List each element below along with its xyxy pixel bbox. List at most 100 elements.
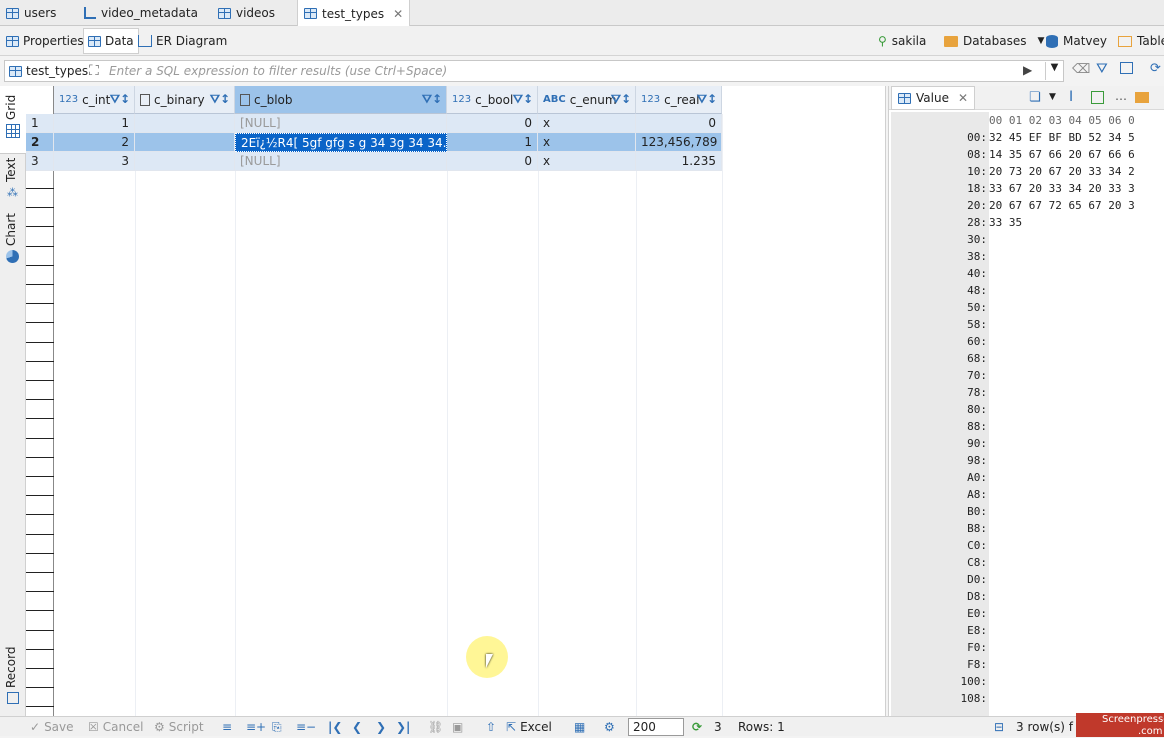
edit-row-icon[interactable]: ≡ xyxy=(222,718,232,736)
eraser-icon[interactable]: ⌫ xyxy=(1072,62,1090,77)
table-cell[interactable]: 0 xyxy=(447,152,538,171)
rows-selected: Rows: 1 xyxy=(738,720,785,734)
hex-bytes[interactable]: 32 45 EF BF BD 52 34 5 xyxy=(989,129,1135,146)
column-header-c-int[interactable]: 123 c_int ⛛↕ xyxy=(54,86,135,114)
column-header-c-real[interactable]: 123 c_real ⛛↕ xyxy=(636,86,722,114)
tab-grid[interactable]: Grid xyxy=(0,86,26,154)
tab-test-types[interactable]: test_types ✕ xyxy=(297,0,411,27)
cancel-button[interactable]: ☒ Cancel xyxy=(88,718,143,736)
filter-settings-icon[interactable] xyxy=(1120,62,1133,74)
connection-icon: ⚲ xyxy=(878,34,887,48)
tab-videos[interactable]: videos xyxy=(212,0,281,26)
databases-selector[interactable]: Databases ▼ xyxy=(944,28,1044,54)
hex-editor[interactable]: 00 01 02 03 04 05 06 0 00: 32 45 EF BF BD … xyxy=(889,112,1164,716)
column-header-c-enum[interactable]: ABC c_enum ⛛↕ xyxy=(538,86,636,114)
tab-video-metadata[interactable]: video_metadata xyxy=(78,0,204,26)
expand-icon[interactable]: ⛶ xyxy=(89,63,99,79)
table-cell[interactable]: x xyxy=(538,152,636,171)
last-page-icon[interactable]: ❯| xyxy=(396,718,410,736)
table-cell[interactable]: 123,456,789 xyxy=(636,133,722,152)
refresh-icon[interactable]: ⟳ xyxy=(1150,61,1161,76)
results-grid[interactable]: 123 c_int ⛛↕ c_binary ⛛↕ c_blob ⛛↕ 123 c… xyxy=(26,86,886,716)
table-cell[interactable]: x xyxy=(538,114,636,133)
table-cell[interactable]: 1 xyxy=(54,114,135,133)
hex-bytes[interactable]: 20 73 20 67 20 33 34 2 xyxy=(989,163,1135,180)
sort-filter-icon[interactable]: ⛛↕ xyxy=(422,92,442,107)
hex-bytes[interactable]: 33 67 20 33 34 20 33 3 xyxy=(989,180,1135,197)
next-page-icon[interactable]: ❯ xyxy=(376,718,386,736)
table-cell[interactable]: 0 xyxy=(447,114,538,133)
table-cell[interactable]: x xyxy=(538,133,636,152)
column-header-c-bool[interactable]: 123 c_bool ⛛↕ xyxy=(447,86,538,114)
content-viewer-icon[interactable]: ❏ xyxy=(1029,90,1041,105)
filter-icon[interactable]: ⛛ xyxy=(1096,61,1108,77)
script-button[interactable]: ⚙ Script xyxy=(154,718,204,736)
row-number[interactable]: 1 xyxy=(26,114,54,133)
save-button[interactable]: ✓ Save xyxy=(30,718,74,736)
table-cell[interactable]: 3 xyxy=(54,152,135,171)
close-icon[interactable]: ✕ xyxy=(393,7,403,21)
delete-row-icon[interactable]: ≡− xyxy=(296,718,316,736)
sort-filter-icon[interactable]: ⛛↕ xyxy=(697,92,717,107)
binary-type-icon xyxy=(140,93,150,106)
hex-bytes[interactable]: 33 35 xyxy=(989,214,1022,231)
sort-filter-icon[interactable]: ⛛↕ xyxy=(513,92,533,107)
sort-filter-icon[interactable]: ⛛↕ xyxy=(611,92,631,107)
table-cell[interactable]: 1.235 xyxy=(636,152,722,171)
export-excel-button[interactable]: ⇱ Excel xyxy=(506,718,552,736)
column-header-c-binary[interactable]: c_binary ⛛↕ xyxy=(135,86,235,114)
text-cursor-icon[interactable]: I xyxy=(1069,89,1073,105)
tab-users[interactable]: users xyxy=(0,0,62,26)
selected-table-cell[interactable]: 2Eï¿½R4[ 5gf gfg s g 34 3g 34 34... [42] xyxy=(235,133,447,152)
open-folder-icon[interactable] xyxy=(1135,92,1149,103)
hex-address: C0: xyxy=(967,539,987,552)
grid-toggle-icon[interactable]: ▦ xyxy=(574,718,585,736)
sort-filter-icon[interactable]: ⛛↕ xyxy=(110,92,130,107)
export-icon[interactable]: ⇧ xyxy=(486,718,496,736)
first-page-icon[interactable]: |❮ xyxy=(328,718,342,736)
fetch-size-input[interactable]: 200 xyxy=(628,718,684,736)
filter-input[interactable]: Enter a SQL expression to filter results… xyxy=(109,64,447,78)
schema-selector[interactable]: Matvey xyxy=(1046,28,1107,54)
chevron-down-icon[interactable]: ▼ xyxy=(1049,92,1056,102)
table-cell[interactable]: [NULL] xyxy=(235,152,447,171)
hex-address: 60: xyxy=(967,335,987,348)
filter-source[interactable]: test_types xyxy=(9,64,88,78)
table-cell[interactable] xyxy=(135,133,235,152)
tab-value[interactable]: Value ✕ xyxy=(891,86,976,110)
tables-selector[interactable]: Table xyxy=(1118,28,1164,54)
save-icon[interactable] xyxy=(1091,91,1104,104)
copy-row-icon[interactable]: ⎘ xyxy=(272,718,282,736)
table-cell[interactable]: 0 xyxy=(636,114,722,133)
previous-page-icon[interactable]: ❮ xyxy=(352,718,362,736)
tab-chart[interactable]: Chart xyxy=(0,213,26,276)
table-cell[interactable] xyxy=(135,114,235,133)
sort-filter-icon[interactable]: ⛛↕ xyxy=(210,92,230,107)
settings-icon[interactable]: ⚙ xyxy=(604,718,615,736)
fit-icon[interactable]: ▣ xyxy=(452,718,463,736)
hex-bytes[interactable]: 20 67 67 72 65 67 20 3 xyxy=(989,197,1135,214)
add-row-icon[interactable]: ≡+ xyxy=(246,718,266,736)
apply-filter-icon[interactable]: ▶ xyxy=(1023,63,1032,77)
table-cell[interactable] xyxy=(135,152,235,171)
tab-record[interactable]: Record xyxy=(0,646,26,712)
link-icon[interactable]: ⛓ xyxy=(428,718,443,736)
tab-properties[interactable]: Properties xyxy=(2,28,88,54)
hex-bytes[interactable]: 14 35 67 66 20 67 66 6 xyxy=(989,146,1135,163)
refresh-icon[interactable]: ⟳ xyxy=(692,718,702,736)
hex-address: 38: xyxy=(967,250,987,263)
chevron-down-icon[interactable]: ▼ xyxy=(1038,36,1045,46)
row-number[interactable]: 3 xyxy=(26,152,54,171)
table-cell[interactable]: 2 xyxy=(54,133,135,152)
chevron-down-icon[interactable]: ▼ xyxy=(1045,62,1063,80)
more-icon[interactable]: … xyxy=(1115,89,1127,103)
row-number[interactable]: 2 xyxy=(26,133,54,152)
connection-selector[interactable]: ⚲ sakila xyxy=(878,28,926,54)
close-icon[interactable]: ✕ xyxy=(958,91,968,105)
tab-text[interactable]: Text ⁂ xyxy=(0,156,26,214)
tab-data[interactable]: Data xyxy=(83,28,139,54)
table-cell[interactable]: [NULL] xyxy=(235,114,447,133)
table-cell[interactable]: 1 xyxy=(447,133,538,152)
tab-er-diagram[interactable]: ER Diagram xyxy=(134,28,231,54)
column-header-c-blob[interactable]: c_blob ⛛↕ xyxy=(235,86,447,114)
